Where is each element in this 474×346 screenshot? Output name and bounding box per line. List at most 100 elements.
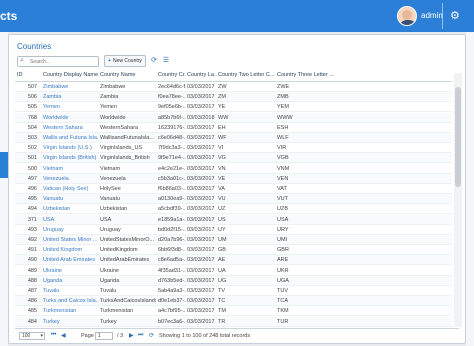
table-cell: 497: [27, 175, 37, 182]
table-cell: 486: [27, 298, 37, 305]
country-link[interactable]: Vietnam: [43, 166, 99, 172]
table-row[interactable]: 492 United States Minor ... UnitedStatesMi…: [15, 235, 452, 245]
table-row[interactable]: 505 Yemen Yemen 9ef05e6b-... 03/03/2017 YE YEM: [15, 102, 452, 113]
user-avatar[interactable]: [397, 6, 417, 26]
country-link[interactable]: Turkmenistan: [43, 308, 99, 314]
table-row[interactable]: 488 Uganda Uganda d763b5ed-... 03/03/2017 UG U…: [15, 275, 452, 286]
table-row[interactable]: 371 USA USA e1859a1a-... 03/03/2017 US USA: [15, 214, 452, 225]
table-cell: UG: [218, 277, 227, 284]
table-cell: 371: [27, 216, 37, 223]
table-row[interactable]: 507 ZimbabweZimbabwe 2ec64d6c-f...03/03/20…: [15, 82, 452, 92]
table-row[interactable]: 493 Uruguay Uruguay bd0d2f15-... 03/03/2017 U…: [15, 225, 452, 235]
table-row[interactable]: 504 Western Sahara WesternSahara 16239176-.…: [15, 123, 452, 133]
columns-icon[interactable]: ☰: [161, 55, 171, 67]
table-row[interactable]: 489 Ukraine Ukraine 4f35ad31-... 03/03/2017 U…: [15, 266, 452, 276]
country-link[interactable]: Virgin Islands (British): [43, 155, 99, 161]
table-cell: YEM: [277, 104, 289, 111]
search-box[interactable]: ⌕: [17, 56, 99, 67]
new-country-button[interactable]: + New Country: [104, 55, 146, 67]
column-header[interactable]: ID: [17, 72, 41, 78]
user-name[interactable]: admin: [421, 11, 443, 20]
table-row[interactable]: 495 Vanuatu Vanuatu a0130ea9-... 03/03/2017 V…: [15, 194, 452, 205]
table-cell: Ukraine: [100, 267, 119, 274]
sidebar-strip: [0, 32, 8, 346]
search-icon: ⌕: [20, 57, 24, 64]
country-link[interactable]: Turkey: [43, 319, 99, 325]
table-row[interactable]: 506 Zambia Zambia f0ea78ee-... 03/03/2017 ZM Z…: [15, 92, 452, 103]
table-cell: EH: [218, 124, 226, 131]
country-link[interactable]: Zambia: [43, 94, 99, 100]
table-row[interactable]: 485 Turkmenistan Turkmenistan a4c7bf95-... 0…: [15, 306, 452, 317]
table-cell: 505: [27, 104, 37, 111]
country-link[interactable]: Vanuatu: [43, 196, 99, 202]
table-cell: 496: [27, 186, 37, 192]
table-cell: c5b3a01c-...: [158, 175, 186, 182]
table-cell: 7f9dc3a3-...: [158, 145, 186, 152]
table-row[interactable]: 768 Worldwide Worldwide a85b7b6f-... 03/03/2…: [15, 112, 452, 123]
country-link[interactable]: Western Sahara: [43, 125, 99, 131]
column-header[interactable]: Country Three Letter ...: [277, 72, 337, 78]
table-row[interactable]: 496 Vatican (Holy See) HolySee f6b86a03-...…: [15, 184, 452, 194]
table-row[interactable]: 500 Vietnam Vietnam e4c2e21e-... 03/03/2017 V…: [15, 164, 452, 174]
table-cell: URY: [277, 226, 289, 233]
table-cell: 502: [27, 145, 37, 152]
table-cell: b07ec3a6-...: [158, 318, 186, 325]
table-row[interactable]: 503 Wallis and Futuna Isla... WallisandFut…: [15, 133, 452, 143]
table-row[interactable]: 490 United Arab Emirates UnitedArabEmirate…: [15, 255, 452, 266]
table-cell: Turkmenistan: [100, 308, 134, 315]
table-row[interactable]: 494 Uzbekistan Uzbekistan a5cbdf39-... 03/03…: [15, 204, 452, 215]
table-cell: TM: [218, 308, 226, 315]
column-header[interactable]: Country Display Name: [43, 72, 99, 78]
country-link[interactable]: United Arab Emirates: [43, 257, 99, 263]
search-input[interactable]: [30, 57, 98, 66]
previous-page-icon[interactable]: ◀: [61, 332, 66, 339]
column-header[interactable]: Country Cr...: [158, 72, 186, 78]
table-cell: GB: [218, 247, 226, 254]
country-link[interactable]: Turks and Caicos Isla...: [43, 298, 99, 304]
table-cell: UZ: [218, 206, 226, 213]
country-link[interactable]: Tuvalu: [43, 288, 99, 294]
vertical-scrollbar[interactable]: [454, 73, 462, 327]
table-cell: 03/03/2017: [187, 318, 215, 325]
country-link[interactable]: Uzbekistan: [43, 206, 99, 212]
panel-title: Countries: [17, 42, 52, 51]
last-page-icon[interactable]: ⏭: [138, 332, 143, 339]
table-cell: d20a7b96-...: [158, 237, 186, 243]
page-number-input[interactable]: 1: [95, 332, 113, 340]
page-size-select[interactable]: 100 ▾: [19, 332, 45, 340]
first-page-icon[interactable]: ⏮: [51, 332, 56, 339]
country-link[interactable]: Vatican (Holy See): [43, 186, 99, 192]
country-link[interactable]: Virgin Islands (U.S.): [43, 145, 99, 151]
country-link[interactable]: Yemen: [43, 104, 99, 110]
reload-page-icon[interactable]: ⟳: [149, 332, 154, 339]
country-link[interactable]: United Kingdom: [43, 247, 99, 253]
column-header[interactable]: Country Name: [100, 72, 156, 78]
country-link[interactable]: USA: [43, 217, 99, 223]
table-row[interactable]: 501 Virgin Islands (British) VirginIslands…: [15, 153, 452, 164]
country-link[interactable]: Uganda: [43, 278, 99, 284]
table-row[interactable]: 484 Turkey Turkey b07ec3a6-... 03/03/2017 TR T…: [15, 316, 452, 327]
pager: 100 ▾ ⏮ ◀ Page 1 / 3 ▶ ⏭ ⟳ Showing 1 to …: [15, 328, 459, 342]
country-link[interactable]: Venezuela: [43, 176, 99, 182]
table-row[interactable]: 497 Venezuela Venezuela c5b3a01c-... 03/03/2…: [15, 173, 452, 184]
country-link[interactable]: Ukraine: [43, 268, 99, 274]
country-link[interactable]: United States Minor ...: [43, 237, 99, 243]
table-cell: UZB: [277, 206, 288, 213]
next-page-icon[interactable]: ▶: [129, 332, 134, 339]
country-link[interactable]: Worldwide: [43, 115, 99, 121]
settings-icon[interactable]: ⚙: [450, 9, 460, 22]
table-cell: USA: [100, 216, 112, 223]
table-row[interactable]: 502 Virgin Islands (U.S.) VirginIslands_US…: [15, 143, 452, 154]
table-row[interactable]: 486 Turks and Caicos Isla... TurksAndCaico…: [15, 296, 452, 307]
table-row[interactable]: 491 United Kingdom UnitedKingdom 6bb6f3d8-.…: [15, 245, 452, 256]
table-cell: 03/03/2018: [187, 114, 215, 121]
country-link[interactable]: Uruguay: [43, 227, 99, 233]
country-link[interactable]: Wallis and Futuna Isla...: [43, 135, 99, 141]
scrollbar-thumb[interactable]: [455, 87, 461, 187]
column-header[interactable]: Country Two Letter C...: [218, 72, 276, 78]
country-link[interactable]: Zimbabwe: [43, 84, 99, 90]
column-header[interactable]: Country La...: [187, 72, 217, 78]
table-cell: 503: [27, 135, 37, 141]
table-row[interactable]: 487 Tuvalu Tuvalu 5ab4a9a3-... 03/03/2017 TV T…: [15, 286, 452, 296]
refresh-icon[interactable]: ⟳: [149, 55, 159, 67]
